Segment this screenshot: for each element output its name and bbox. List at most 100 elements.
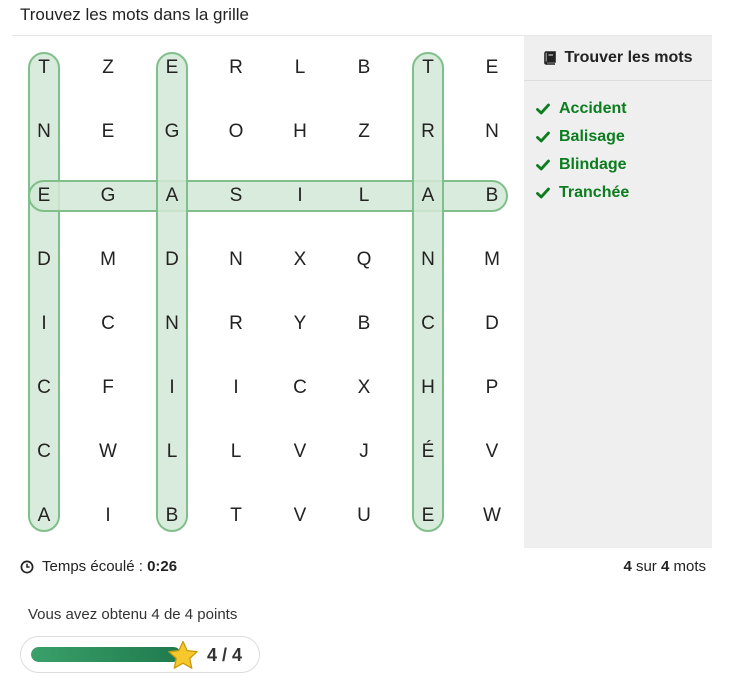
grid-cell[interactable]: I: [204, 356, 268, 420]
grid-cell[interactable]: F: [76, 356, 140, 420]
count-suffix: mots: [673, 558, 706, 575]
word-label: Balisage: [559, 128, 625, 145]
score-badge: 4 / 4: [20, 636, 260, 673]
grid-cell[interactable]: W: [76, 420, 140, 484]
word-list: Accident Balisage Blindage Tranchée: [524, 81, 712, 207]
word-list-item: Blindage: [536, 151, 712, 179]
grid-cell[interactable]: N: [396, 228, 460, 292]
grid-cell[interactable]: X: [332, 356, 396, 420]
grid-cell[interactable]: I: [140, 356, 204, 420]
word-label: Tranchée: [559, 184, 630, 201]
grid-cell[interactable]: H: [268, 100, 332, 164]
grid-cell[interactable]: E: [396, 484, 460, 548]
check-icon: [536, 187, 550, 199]
timer-label: Temps écoulé :: [42, 558, 143, 575]
grid-cell[interactable]: N: [460, 100, 524, 164]
grid-cell[interactable]: N: [12, 100, 76, 164]
grid-cell[interactable]: N: [204, 228, 268, 292]
score-message: Vous avez obtenu 4 de 4 points: [28, 606, 238, 623]
grid-cell[interactable]: E: [76, 100, 140, 164]
grid-cell[interactable]: B: [332, 36, 396, 100]
panel-heading-label: Trouver les mots: [564, 49, 693, 66]
status-bar: Temps écoulé : 0:26 4 sur 4 mots: [20, 558, 706, 578]
found-count: 4 sur 4 mots: [623, 558, 706, 575]
grid-cell[interactable]: M: [76, 228, 140, 292]
grid-cell[interactable]: É: [396, 420, 460, 484]
letter-grid[interactable]: TZERLBTENEGOHZRNEGASILABDMDNXQNMICNRYBCD…: [12, 36, 524, 548]
word-label: Accident: [559, 100, 627, 117]
grid-cell[interactable]: I: [268, 164, 332, 228]
grid-cell[interactable]: T: [396, 36, 460, 100]
grid-cell[interactable]: M: [460, 228, 524, 292]
grid-cell[interactable]: J: [332, 420, 396, 484]
grid-cell[interactable]: L: [332, 164, 396, 228]
grid-cell[interactable]: B: [332, 292, 396, 356]
grid-cell[interactable]: Y: [268, 292, 332, 356]
grid-cell[interactable]: V: [268, 484, 332, 548]
grid-cell[interactable]: I: [12, 292, 76, 356]
grid-cell[interactable]: V: [460, 420, 524, 484]
word-search-board: TZERLBTENEGOHZRNEGASILABDMDNXQNMICNRYBCD…: [12, 35, 712, 548]
word-label: Blindage: [559, 156, 627, 173]
grid-cell[interactable]: T: [204, 484, 268, 548]
grid-cell[interactable]: A: [140, 164, 204, 228]
star-icon: [168, 640, 198, 669]
grid-cell[interactable]: E: [12, 164, 76, 228]
word-list-panel: Trouver les mots Accident Balisage Blindag…: [524, 36, 712, 548]
grid-cell[interactable]: G: [140, 100, 204, 164]
check-icon: [536, 131, 550, 143]
grid-cell[interactable]: O: [204, 100, 268, 164]
grid-cell[interactable]: T: [12, 36, 76, 100]
grid-cell[interactable]: P: [460, 356, 524, 420]
grid-cell[interactable]: Z: [76, 36, 140, 100]
score-value: 4 / 4: [207, 645, 243, 665]
grid-cell[interactable]: Z: [332, 100, 396, 164]
word-list-item: Balisage: [536, 123, 712, 151]
grid-cell[interactable]: C: [396, 292, 460, 356]
grid-cell[interactable]: C: [12, 356, 76, 420]
grid-cell[interactable]: I: [76, 484, 140, 548]
grid-cell[interactable]: C: [76, 292, 140, 356]
grid-cell[interactable]: D: [140, 228, 204, 292]
word-list-item: Tranchée: [536, 179, 712, 207]
grid-cell[interactable]: R: [204, 36, 268, 100]
grid-cell[interactable]: L: [204, 420, 268, 484]
panel-heading: Trouver les mots: [524, 36, 712, 81]
grid-cell[interactable]: W: [460, 484, 524, 548]
grid-cell[interactable]: H: [396, 356, 460, 420]
grid-cell[interactable]: R: [204, 292, 268, 356]
page-title: Trouvez les mots dans la grille: [20, 5, 249, 24]
grid-cell[interactable]: R: [396, 100, 460, 164]
grid-cell[interactable]: B: [140, 484, 204, 548]
clock-icon: [20, 560, 34, 573]
grid-cell[interactable]: C: [268, 356, 332, 420]
book-icon: [544, 51, 557, 65]
timer-value: 0:26: [147, 558, 178, 575]
grid-cell[interactable]: N: [140, 292, 204, 356]
timer: Temps écoulé : 0:26: [20, 558, 177, 575]
grid-cell[interactable]: A: [396, 164, 460, 228]
word-list-item: Accident: [536, 95, 712, 123]
grid-cell[interactable]: L: [268, 36, 332, 100]
check-icon: [536, 159, 550, 171]
grid-cell[interactable]: S: [204, 164, 268, 228]
grid-cell[interactable]: G: [76, 164, 140, 228]
grid-cell[interactable]: X: [268, 228, 332, 292]
grid-cell[interactable]: E: [460, 36, 524, 100]
grid-cell[interactable]: A: [12, 484, 76, 548]
grid-cell[interactable]: Q: [332, 228, 396, 292]
check-icon: [536, 103, 550, 115]
grid-cell[interactable]: D: [460, 292, 524, 356]
grid-cell[interactable]: L: [140, 420, 204, 484]
grid-cell[interactable]: V: [268, 420, 332, 484]
total-count-value: 4: [660, 558, 670, 575]
grid-cell[interactable]: E: [140, 36, 204, 100]
grid-cell[interactable]: C: [12, 420, 76, 484]
grid-cell[interactable]: B: [460, 164, 524, 228]
score-progress-fill: [31, 647, 181, 662]
grid-cell[interactable]: U: [332, 484, 396, 548]
grid-cell[interactable]: D: [12, 228, 76, 292]
count-separator: sur: [635, 558, 657, 575]
score-progress-track: [31, 647, 181, 662]
found-count-value: 4: [623, 558, 632, 575]
